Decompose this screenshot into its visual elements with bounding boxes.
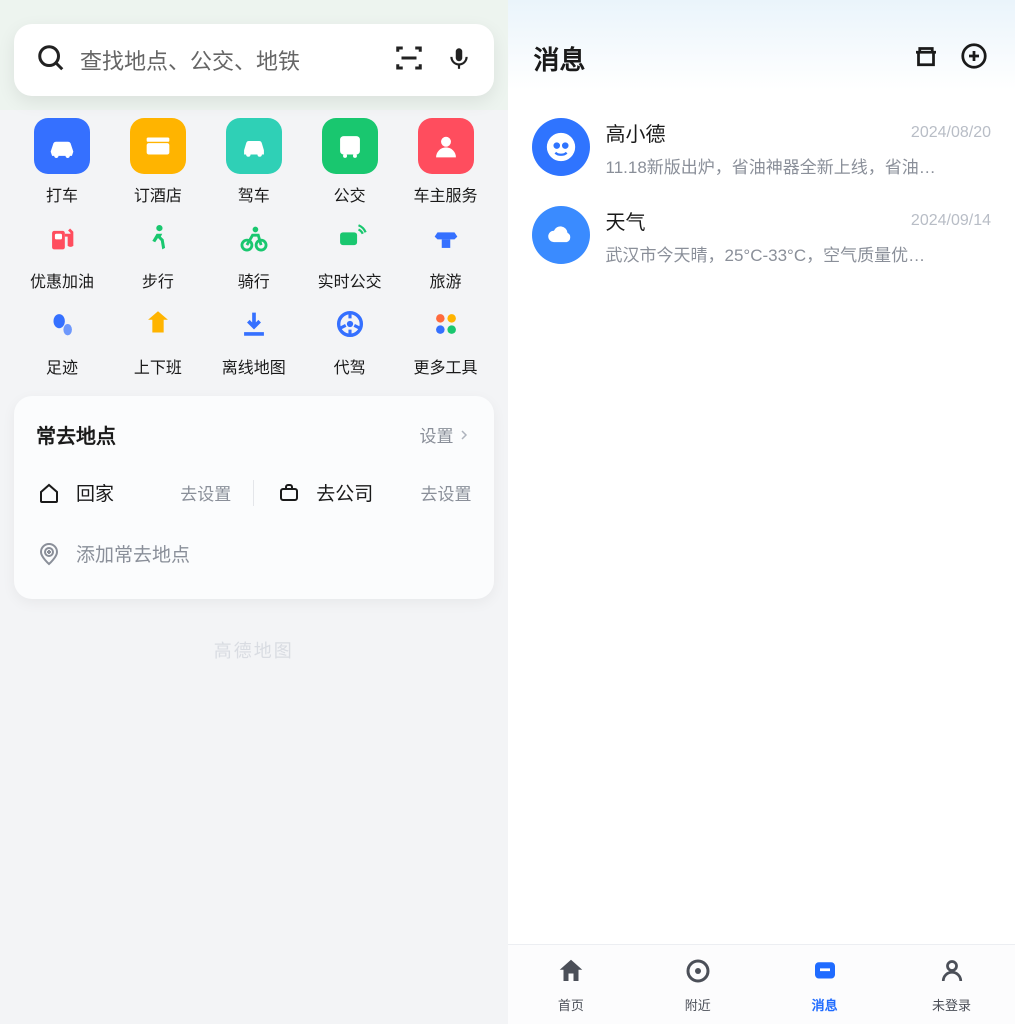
amap-watermark: 高德地图	[14, 637, 494, 663]
message-preview: 武汉市今天晴，25°C-33°C，空气质量优…	[606, 241, 992, 266]
nav-home[interactable]: 首页	[508, 945, 635, 1024]
shortcut-label: 骑行	[238, 268, 270, 292]
commute-icon	[130, 302, 186, 346]
gas-icon	[34, 216, 90, 260]
bottom-nav-right: 首页 附近 消息 未登录	[508, 944, 1015, 1024]
shortcut-drive[interactable]: 驾车	[206, 118, 302, 206]
travel-icon	[418, 216, 474, 260]
chevron-right-icon	[456, 427, 472, 443]
nav-message[interactable]: 消息	[761, 945, 888, 1024]
download-icon	[226, 302, 282, 346]
nav-label: 附近	[685, 995, 711, 1014]
bike-icon	[226, 216, 282, 260]
scan-icon[interactable]	[394, 43, 424, 78]
shortcut-grid: 打车 订酒店 驾车 公交 车主服务	[14, 118, 494, 206]
message-name: 天气	[606, 206, 646, 235]
message-date: 2024/08/20	[911, 124, 991, 142]
favorites-settings-button[interactable]: 设置	[420, 422, 472, 447]
shortcut-label: 更多工具	[414, 354, 478, 378]
shortcut-label: 优惠加油	[30, 268, 94, 292]
divider	[253, 480, 254, 506]
favorite-company[interactable]: 去公司 去设置	[276, 479, 471, 506]
home-screen: 查找地点、公交、地铁 打车 订酒店 驾车 公交 车主服务	[0, 0, 508, 1024]
search-bar[interactable]: 查找地点、公交、地铁	[14, 24, 494, 96]
favorites-card: 常去地点 设置 回家 去设置	[14, 396, 494, 599]
shortcut-label: 步行	[142, 268, 174, 292]
shortcut-rtbus[interactable]: 实时公交	[302, 216, 398, 292]
hotel-icon	[130, 118, 186, 174]
favorite-add[interactable]: 添加常去地点	[36, 540, 472, 567]
shortcut-footprint[interactable]: 足迹	[14, 302, 110, 378]
shortcut-walk[interactable]: 步行	[110, 216, 206, 292]
footprint-icon	[34, 302, 90, 346]
shortcut-label: 车主服务	[414, 182, 478, 206]
shortcut-label: 足迹	[46, 354, 78, 378]
broom-icon[interactable]	[911, 41, 941, 76]
shortcut-label: 旅游	[430, 268, 462, 292]
nav-label: 首页	[558, 995, 584, 1014]
message-name: 高小德	[606, 118, 666, 147]
shortcut-label: 驾车	[238, 182, 270, 206]
messages-header: 消息	[508, 0, 1015, 90]
more-icon	[418, 302, 474, 346]
shortcut-owner[interactable]: 车主服务	[398, 118, 494, 206]
shortcut-travel[interactable]: 旅游	[398, 216, 494, 292]
shortcut-label: 打车	[46, 182, 78, 206]
home-icon	[556, 956, 586, 991]
nav-label: 消息	[812, 995, 838, 1014]
messages-title: 消息	[534, 40, 894, 77]
avatar	[532, 118, 590, 176]
shortcut-gas[interactable]: 优惠加油	[14, 216, 110, 292]
car-icon	[226, 118, 282, 174]
shortcut-offline[interactable]: 离线地图	[206, 302, 302, 378]
profile-icon	[937, 956, 967, 991]
add-icon[interactable]	[959, 41, 989, 76]
shortcut-commute[interactable]: 上下班	[110, 302, 206, 378]
shortcut-label: 实时公交	[318, 268, 382, 292]
message-date: 2024/09/14	[911, 212, 991, 230]
briefcase-icon	[276, 480, 302, 506]
message-item[interactable]: 高小德 2024/08/20 11.18新版出炉，省油神器全新上线，省油…	[508, 104, 1015, 192]
owner-icon	[418, 118, 474, 174]
favorite-home[interactable]: 回家 去设置	[36, 479, 231, 506]
messages-list: 高小德 2024/08/20 11.18新版出炉，省油神器全新上线，省油… 天气…	[508, 90, 1015, 294]
message-preview: 11.18新版出炉，省油神器全新上线，省油…	[606, 153, 992, 178]
message-icon	[810, 956, 840, 991]
nav-profile[interactable]: 未登录	[888, 945, 1015, 1024]
shortcut-label: 代驾	[334, 354, 366, 378]
message-item[interactable]: 天气 2024/09/14 武汉市今天晴，25°C-33°C，空气质量优…	[508, 192, 1015, 280]
favorites-title: 常去地点	[36, 420, 116, 449]
shortcut-taxi[interactable]: 打车	[14, 118, 110, 206]
messages-screen: 消息 高小德 2024/08/20 11.18新版出炉，省油神器全新上线，省油……	[508, 0, 1015, 1024]
shortcut-daijia[interactable]: 代驾	[302, 302, 398, 378]
shortcut-label: 离线地图	[222, 354, 286, 378]
nav-label: 未登录	[932, 995, 971, 1014]
search-placeholder: 查找地点、公交、地铁	[80, 44, 394, 76]
shortcut-label: 上下班	[134, 354, 182, 378]
taxi-icon	[34, 118, 90, 174]
wheel-icon	[322, 302, 378, 346]
home-icon	[36, 480, 62, 506]
pin-add-icon	[36, 541, 62, 567]
shortcut-bus[interactable]: 公交	[302, 118, 398, 206]
shortcut-more[interactable]: 更多工具	[398, 302, 494, 378]
bus-icon	[322, 118, 378, 174]
nav-nearby[interactable]: 附近	[634, 945, 761, 1024]
rtbus-icon	[322, 216, 378, 260]
shortcut-hotel[interactable]: 订酒店	[110, 118, 206, 206]
shortcut-label: 公交	[334, 182, 366, 206]
shortcut-bike[interactable]: 骑行	[206, 216, 302, 292]
nearby-icon	[683, 956, 713, 991]
shortcut-label: 订酒店	[134, 182, 182, 206]
voice-icon[interactable]	[446, 45, 472, 76]
search-icon	[36, 43, 66, 78]
avatar	[532, 206, 590, 264]
walk-icon	[130, 216, 186, 260]
